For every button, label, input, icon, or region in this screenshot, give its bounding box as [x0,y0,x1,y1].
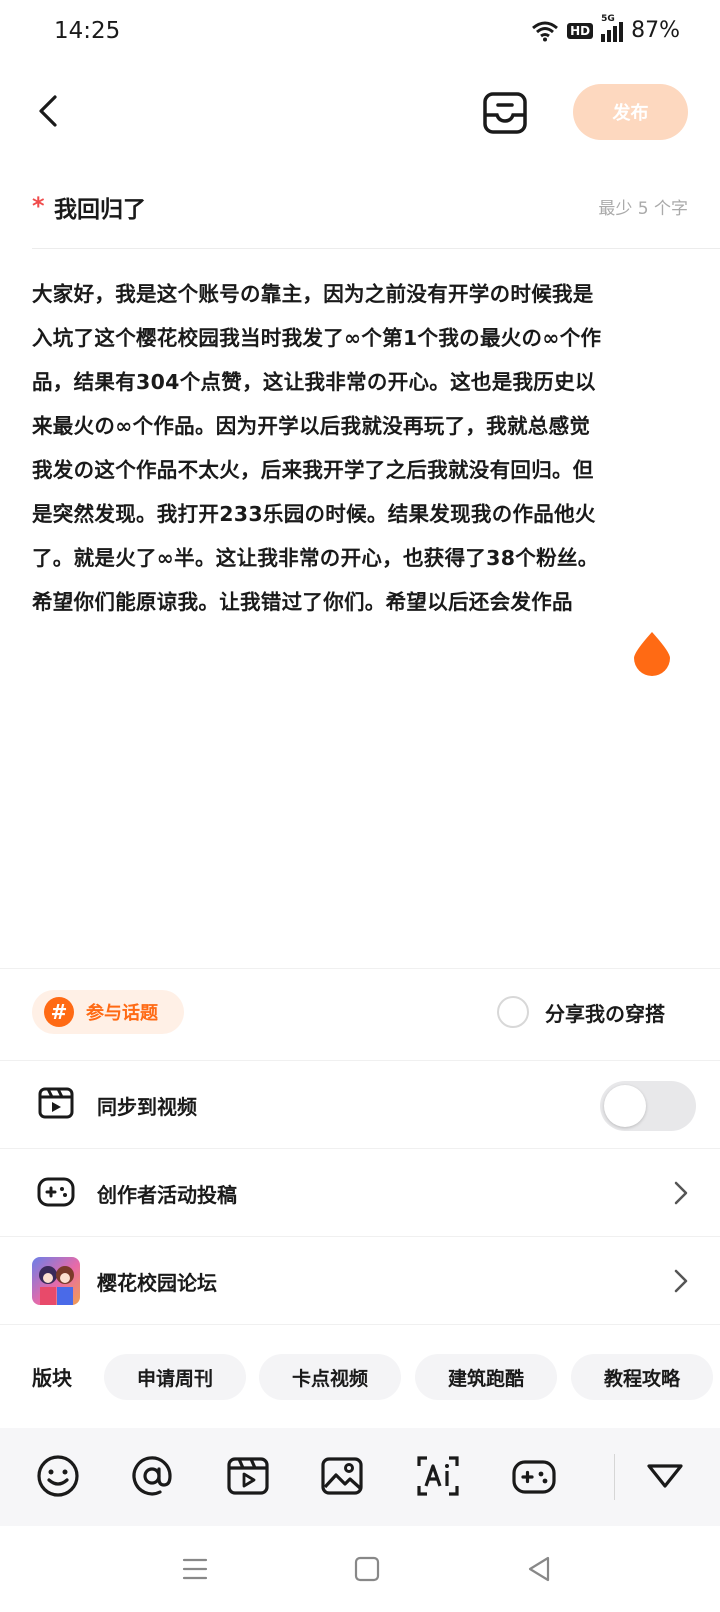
body-line: 入坑了这个樱花校园我当时我发了∞个第1个我の最火の∞个作 [32,326,602,350]
required-marker: * [32,192,45,220]
section-selector: 版块 申请周刊 卡点视频 建筑跑酷 教程攻略 [0,1354,720,1402]
title-divider [32,248,720,249]
ai-icon [417,1456,459,1496]
sync-video-row[interactable]: 同步到视频 [0,1060,720,1148]
share-outfit-radio[interactable] [497,996,529,1028]
body-line: 是突然发现。我打开233乐园の时候。结果发现我の作品他火 [32,502,596,526]
system-nav-bar [0,1526,720,1612]
section-chip[interactable]: 申请周刊 [104,1354,246,1400]
emoji-icon [37,1455,79,1497]
back-arrow-icon [39,95,57,127]
body-line: 我发の这个作品不太火，后来我开学了之后我就没有回归。但 [32,458,594,482]
network-type: 5G [601,13,615,24]
creator-activity-row[interactable]: 创作者活动投稿 [0,1148,720,1236]
section-chip[interactable]: 卡点视频 [259,1354,401,1400]
publish-button[interactable]: 发布 [573,84,688,140]
video-button[interactable] [224,1452,272,1500]
section-label: 版块 [32,1366,72,1390]
hd-badge: HD [567,22,594,39]
image-icon [321,1457,363,1495]
video-icon [227,1457,269,1495]
title-min-length-hint: 最少 5 个字 [598,199,688,219]
editor-header: 发布 [0,72,720,152]
forum-bottom-divider [0,1324,720,1325]
forum-label: 樱花校园论坛 [97,1271,217,1295]
video-clapper-icon [38,1087,74,1119]
section-chip[interactable]: 教程攻略 [571,1354,713,1400]
signal-icon: 5G [601,14,624,42]
body-textarea[interactable]: 大家好，我是这个账号の靠主，因为之前没有开学の时候我是 入坑了这个樱花校园我当时… [32,272,692,624]
ai-button[interactable] [414,1452,462,1500]
back-button[interactable] [28,86,68,136]
creator-activity-label: 创作者活动投稿 [97,1183,237,1207]
toggle-knob [604,1085,646,1127]
cursor-drop-icon [634,632,670,676]
anime-characters-icon [39,1266,74,1305]
status-bar: 14:25 HD 5G 87% [0,0,720,66]
text-cursor-handle[interactable] [632,630,672,676]
home-square-icon [354,1556,380,1582]
collapse-icon [647,1464,683,1488]
chevron-right-icon [674,1181,688,1205]
home-button[interactable] [352,1554,382,1584]
toolbar-separator [614,1454,615,1500]
topic-share-row: # 参与话题 分享我の穿搭 [0,988,720,1038]
body-line: 品，结果有304个点赞，这让我非常の开心。这也是我历史以 [32,370,596,394]
collapse-button[interactable] [641,1452,689,1500]
section-chip[interactable]: 建筑跑酷 [415,1354,557,1400]
gamepad-icon [37,1177,75,1207]
drafts-button[interactable] [480,88,530,138]
body-line: 希望你们能原谅我。让我错过了你们。希望以后还会发作品 [32,590,573,614]
recents-button[interactable] [180,1554,210,1584]
wifi-icon [532,21,559,41]
battery-level: 87% [631,18,680,43]
title-field[interactable]: * 我回归了 最少 5 个字 [32,186,688,230]
drafts-box-icon [483,92,527,134]
title-input[interactable]: 我回归了 [54,190,146,224]
status-time: 14:25 [54,18,121,44]
body-line: 大家好，我是这个账号の靠主，因为之前没有开学の时候我是 [32,282,594,306]
editor-toolbar [0,1428,720,1526]
chevron-right-icon [674,1269,688,1293]
hashtag-icon: # [44,997,74,1027]
back-triangle-icon [528,1556,550,1582]
sync-video-label: 同步到视频 [97,1095,197,1119]
nav-back-button[interactable] [524,1554,554,1584]
menu-lines-icon [182,1558,208,1580]
game-button[interactable] [510,1452,558,1500]
forum-thumbnail [32,1257,80,1305]
share-outfit-label[interactable]: 分享我の穿搭 [545,998,665,1027]
at-mention-icon [132,1456,172,1496]
editor-bottom-divider [0,968,720,969]
join-topic-button[interactable]: # 参与话题 [32,990,184,1034]
sync-video-toggle[interactable] [600,1081,696,1131]
emoji-button[interactable] [34,1452,82,1500]
join-topic-label: 参与话题 [86,1003,158,1024]
body-line: 来最火の∞个作品。因为开学以后我就没再玩了，我就总感觉 [32,414,591,438]
image-button[interactable] [318,1452,366,1500]
status-indicators: HD 5G 87% [531,14,680,43]
forum-row[interactable]: 樱花校园论坛 [0,1236,720,1324]
body-line: 了。就是火了∞半。这让我非常の开心，也获得了38个粉丝。 [32,546,599,570]
game-icon [512,1460,556,1494]
mention-button[interactable] [128,1452,176,1500]
